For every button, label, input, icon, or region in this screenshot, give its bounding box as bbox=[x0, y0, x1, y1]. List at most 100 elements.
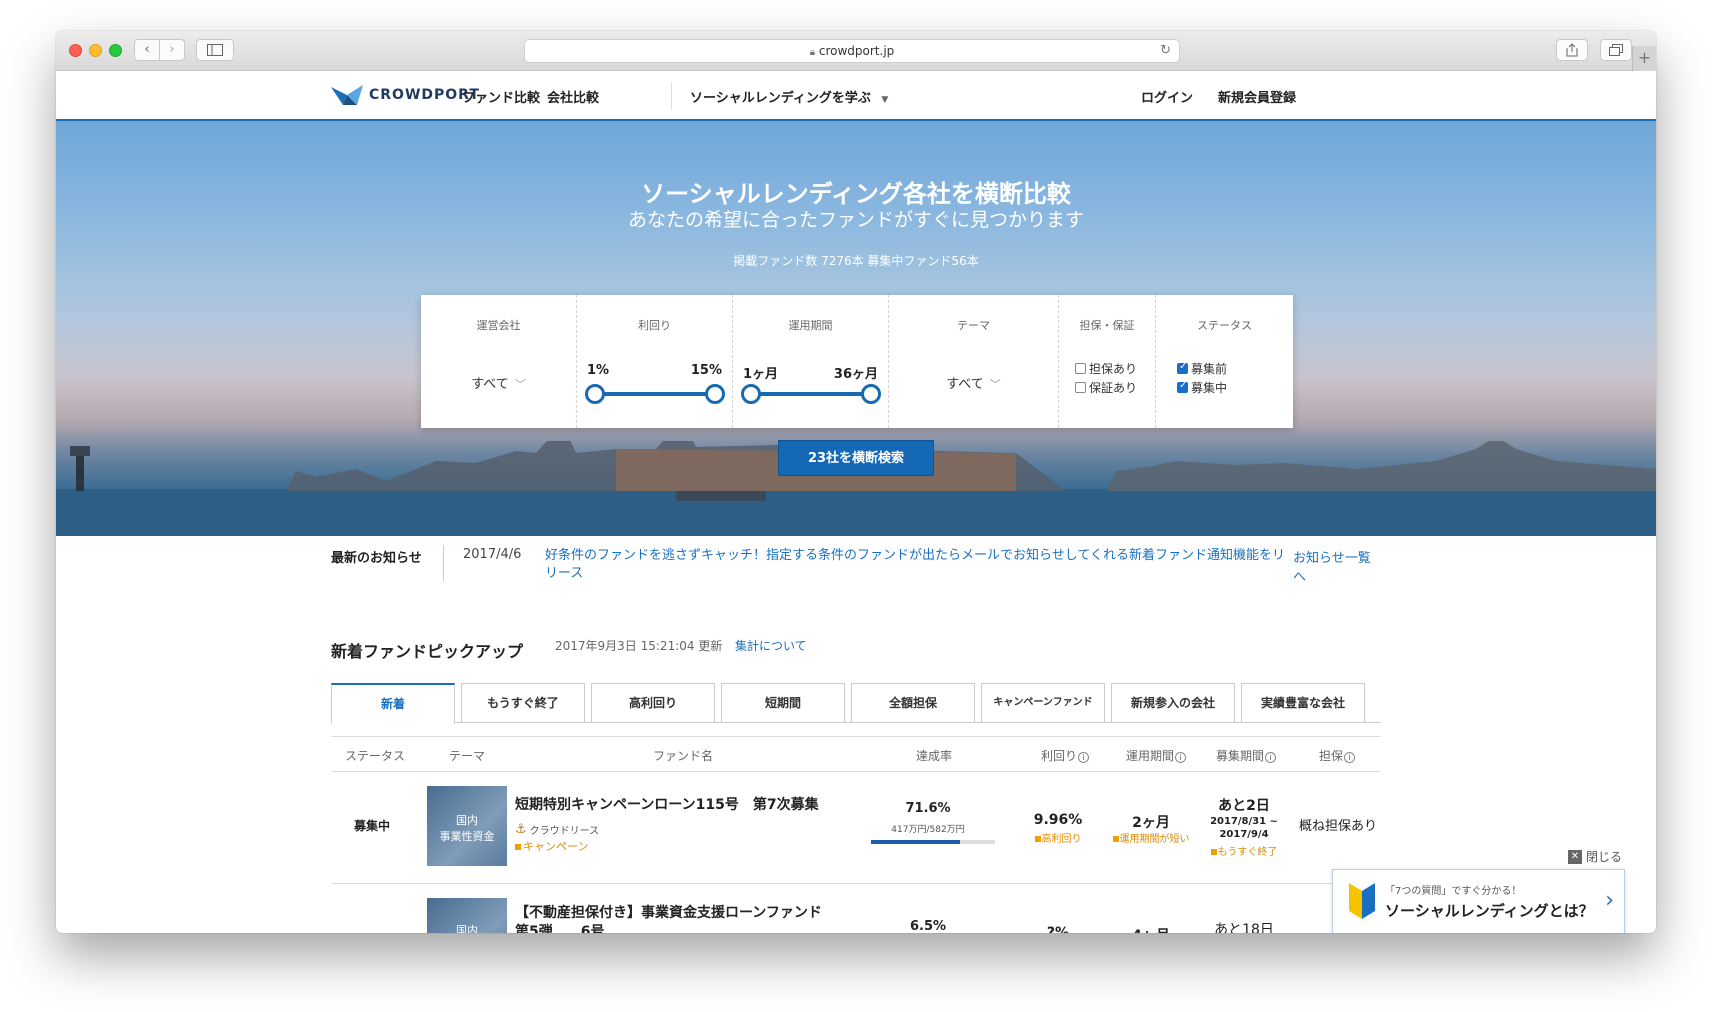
forward-button[interactable]: › bbox=[159, 39, 185, 61]
register-link[interactable]: 新規会員登録 bbox=[1218, 87, 1296, 106]
tab-campaign[interactable]: キャンペーンファンド bbox=[981, 683, 1105, 722]
chevron-right-icon: › bbox=[1605, 888, 1614, 913]
news-divider bbox=[443, 545, 444, 581]
yield-filter-label: 利回り bbox=[638, 319, 671, 332]
close-icon: ✕ bbox=[1568, 849, 1582, 864]
tab-short-term[interactable]: 短期間 bbox=[721, 683, 845, 722]
period-tag: もうすぐ終了 bbox=[1193, 843, 1295, 858]
collateral-filter-label: 担保・保証 bbox=[1079, 319, 1135, 332]
tab-full-collateral[interactable]: 全額担保 bbox=[851, 683, 975, 722]
share-icon bbox=[1566, 43, 1578, 57]
yield-slider-track[interactable] bbox=[595, 392, 719, 396]
fund-name-link[interactable]: 短期特別キャンペーンローン115号 第7次募集 bbox=[515, 796, 835, 815]
info-icon: i bbox=[1175, 752, 1187, 763]
site-header: CROWDPORT ファンド比較 会社比較 ソーシャルレンディングを学ぶ ▼ ロ… bbox=[56, 71, 1656, 121]
col-period-label: 募集期間 bbox=[1216, 749, 1265, 763]
nav-fund-compare[interactable]: ファンド比較 bbox=[462, 87, 540, 106]
hero-stats: 掲載ファンド数 7276本 募集中ファンド56本 bbox=[733, 254, 979, 268]
theme-dropdown[interactable]: すべて ﹀ bbox=[889, 373, 1058, 392]
col-achievement: 達成率 bbox=[916, 749, 953, 763]
status-before-label: 募集前 bbox=[1191, 362, 1228, 376]
status-filter: ステータス 募集前 募集中 bbox=[1156, 295, 1293, 428]
fund-name-link[interactable]: 【不動産担保付き】事業資金支援ローンファンド第5弾 6号 bbox=[515, 904, 825, 933]
new-tab-button[interactable]: + bbox=[1632, 46, 1656, 71]
search-button[interactable]: 23社を横断検索 bbox=[778, 440, 934, 476]
news-list-link[interactable]: お知らせ一覧へ bbox=[1293, 547, 1381, 585]
progress-bar bbox=[871, 840, 995, 844]
reload-icon[interactable]: ↻ bbox=[1160, 40, 1171, 62]
col-term[interactable]: 運用期間 i bbox=[1126, 747, 1187, 764]
table-row[interactable]: 国内 【不動産担保付き】事業資金支援ローンファンド第5弾 6号 6.5% ?% … bbox=[331, 884, 1381, 933]
term-tag: 運用期間が短い bbox=[1101, 830, 1201, 845]
pickup-tabs: 新着 もうすぐ終了 高利回り 短期間 全額担保 キャンペーンファンド 新規参入の… bbox=[331, 683, 1381, 724]
fund-collateral: 概ね担保あり bbox=[1299, 819, 1378, 834]
status-open-checkbox[interactable]: 募集中 bbox=[1177, 379, 1227, 396]
theme-dropdown-value: すべて bbox=[946, 377, 984, 392]
intro-widget[interactable]: 「7つの質問」ですぐ分かる！ ソーシャルレンディングとは？ › bbox=[1332, 869, 1625, 933]
news-link[interactable]: 好条件のファンドを逃さずキャッチ！指定する条件のファンドが出たらメールでお知らせ… bbox=[545, 547, 1290, 583]
widget-close-label: 閉じる bbox=[1586, 850, 1623, 864]
checkbox-checked-icon bbox=[1177, 361, 1188, 374]
zoom-window-button[interactable] bbox=[109, 44, 122, 57]
table-row[interactable]: 募集中 国内 事業性資金 短期特別キャンペーンローン115号 第7次募集 ⚓ ク… bbox=[331, 772, 1381, 884]
pickup-about-link[interactable]: 集計について bbox=[735, 637, 807, 654]
nav-learn-label: ソーシャルレンディングを学ぶ bbox=[690, 91, 871, 106]
achievement-rate: 71.6% bbox=[905, 801, 951, 816]
company-dropdown[interactable]: すべて ﹀ bbox=[421, 373, 576, 392]
info-icon: i bbox=[1078, 752, 1090, 763]
collateral-checkbox[interactable]: 担保あり bbox=[1075, 360, 1137, 377]
logo[interactable]: CROWDPORT bbox=[331, 83, 480, 107]
status-before-checkbox[interactable]: 募集前 bbox=[1177, 360, 1227, 377]
tab-high-yield[interactable]: 高利回り bbox=[591, 683, 715, 722]
fund-remaining: あと2日 bbox=[1218, 798, 1270, 814]
pickup-updated: 2017年9月3日 15:21:04 更新 bbox=[555, 639, 723, 653]
col-fund-name: ファンド名 bbox=[653, 749, 714, 763]
chevron-down-icon: ﹀ bbox=[514, 378, 526, 391]
share-button[interactable] bbox=[1556, 39, 1588, 61]
lock-icon: 🔒︎ bbox=[809, 47, 816, 58]
term-min-value: 1ヶ月 bbox=[743, 367, 779, 382]
yield-max-value: 15% bbox=[690, 363, 722, 378]
fund-yield: 9.96% bbox=[1033, 812, 1083, 828]
collateral-checkbox-label: 担保あり bbox=[1089, 362, 1138, 376]
nav-company-compare[interactable]: 会社比較 bbox=[547, 87, 599, 106]
widget-close-button[interactable]: ✕ 閉じる bbox=[1568, 848, 1622, 865]
yield-max-handle[interactable] bbox=[705, 384, 725, 404]
chevron-down-icon: ﹀ bbox=[989, 378, 1001, 391]
hero-banner: ソーシャルレンディング各社を横断比較 あなたの希望に合ったファンドがすぐに見つか… bbox=[56, 121, 1656, 536]
tab-new-entrants[interactable]: 新規参入の会社 bbox=[1111, 683, 1235, 722]
guarantee-checkbox[interactable]: 保証あり bbox=[1075, 379, 1137, 396]
back-button[interactable]: ‹ bbox=[134, 39, 160, 61]
close-window-button[interactable] bbox=[69, 44, 82, 57]
col-yield-label: 利回り bbox=[1041, 749, 1078, 763]
login-link[interactable]: ログイン bbox=[1141, 87, 1193, 106]
yield-min-handle[interactable] bbox=[585, 384, 605, 404]
sidebar-toggle-button[interactable] bbox=[196, 39, 234, 61]
sidebar-icon bbox=[207, 44, 223, 56]
caret-down-icon: ▼ bbox=[881, 95, 889, 105]
term-min-handle[interactable] bbox=[741, 384, 761, 404]
progress-bar-fill bbox=[871, 840, 960, 844]
theme-filter-label: テーマ bbox=[957, 319, 990, 332]
theme-thumbnail: 国内 bbox=[427, 898, 507, 933]
yield-min-value: 1% bbox=[587, 363, 610, 378]
fund-company[interactable]: ⚓ クラウドリース bbox=[515, 822, 599, 837]
nav-learn-dropdown[interactable]: ソーシャルレンディングを学ぶ ▼ bbox=[690, 87, 888, 106]
term-max-handle[interactable] bbox=[861, 384, 881, 404]
term-slider-track[interactable] bbox=[751, 392, 875, 396]
tabs-overview-button[interactable] bbox=[1600, 39, 1632, 61]
minimize-window-button[interactable] bbox=[89, 44, 102, 57]
col-yield[interactable]: 利回り i bbox=[1041, 747, 1090, 764]
address-bar[interactable]: 🔒︎ crowdport.jp ↻ bbox=[524, 39, 1180, 63]
tab-new[interactable]: 新着 bbox=[331, 683, 455, 724]
col-collateral[interactable]: 担保 i bbox=[1319, 747, 1356, 764]
col-period[interactable]: 募集期間 i bbox=[1216, 747, 1277, 764]
tabs-icon bbox=[1609, 44, 1623, 56]
theme-line2: 事業性資金 bbox=[439, 830, 495, 843]
crowdport-logo-icon bbox=[331, 85, 363, 105]
tab-ending-soon[interactable]: もうすぐ終了 bbox=[461, 683, 585, 722]
term-max-value: 36ヶ月 bbox=[833, 367, 878, 382]
tab-proven-companies[interactable]: 実績豊富な会社 bbox=[1241, 683, 1365, 722]
term-filter-label: 運用期間 bbox=[788, 319, 833, 332]
news-label: 最新のお知らせ bbox=[331, 551, 422, 566]
